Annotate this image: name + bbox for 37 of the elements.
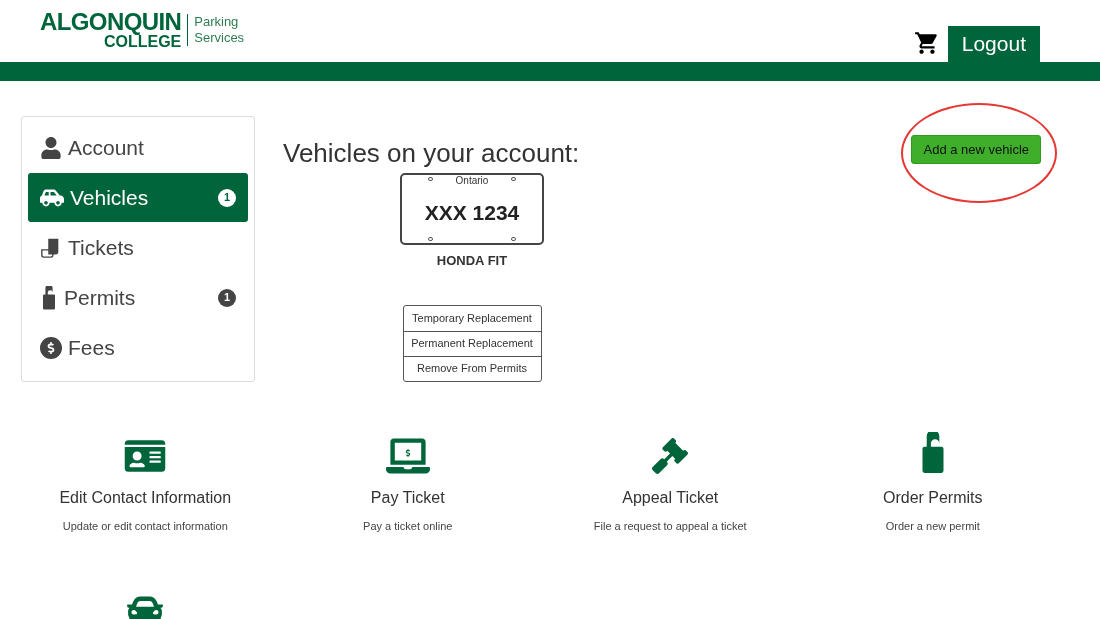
sidebar-label: Permits <box>64 284 137 311</box>
sidebar-label: Vehicles <box>70 184 150 211</box>
sidebar-label: Tickets <box>68 234 135 261</box>
dollar-icon <box>40 336 62 359</box>
vehicle-action-button[interactable]: Permanent Replacement <box>403 330 541 356</box>
vehicle-model: HONDA FIT <box>436 252 508 270</box>
add-vehicle-button[interactable]: Add a new vehicle <box>911 135 1041 164</box>
count-badge: 1 <box>218 188 236 207</box>
sidebar-item[interactable]: Vehicles 1 <box>28 173 248 222</box>
plate-number: XXX 1234 <box>424 200 520 226</box>
door-hanger-icon <box>40 285 58 310</box>
plate-province: Ontario <box>455 176 489 186</box>
tile-description: Update or edit contact information <box>62 518 228 534</box>
tile-description: File a request to appeal a ticket <box>593 518 747 534</box>
tile-title[interactable]: Pay Ticket <box>370 485 445 510</box>
id-card-icon <box>123 437 168 474</box>
tile-title[interactable]: Edit Contact Information <box>59 485 232 510</box>
sidebar-item[interactable]: Account <box>28 123 248 172</box>
page-heading: Vehicles on your account: <box>283 137 580 170</box>
sidebar-item[interactable]: Fees <box>28 323 248 372</box>
sidebar-label: Account <box>68 134 145 161</box>
tile-title[interactable]: Appeal Ticket <box>622 485 719 510</box>
laptop-dollar-icon <box>385 437 430 474</box>
tile-description: Pay a ticket online <box>363 518 453 534</box>
vehicle-action-button[interactable]: Temporary Replacement <box>403 305 541 331</box>
cart-icon[interactable] <box>913 30 940 56</box>
person-icon <box>40 136 62 159</box>
tile-title[interactable]: Order Permits <box>882 485 983 510</box>
logo-tagline: Services <box>194 30 245 47</box>
sidebar-item[interactable]: Permits 1 <box>28 273 248 322</box>
logo-tagline: Parking <box>194 13 240 30</box>
sidebar-item[interactable]: Tickets <box>28 223 248 272</box>
logout-button[interactable]: Logout <box>947 26 1040 62</box>
vehicle-action-button[interactable]: Remove From Permits <box>403 355 541 381</box>
tile-description: Order a new permit <box>885 518 980 534</box>
sidebar-label: Fees <box>68 334 116 361</box>
count-badge: 1 <box>218 288 236 307</box>
